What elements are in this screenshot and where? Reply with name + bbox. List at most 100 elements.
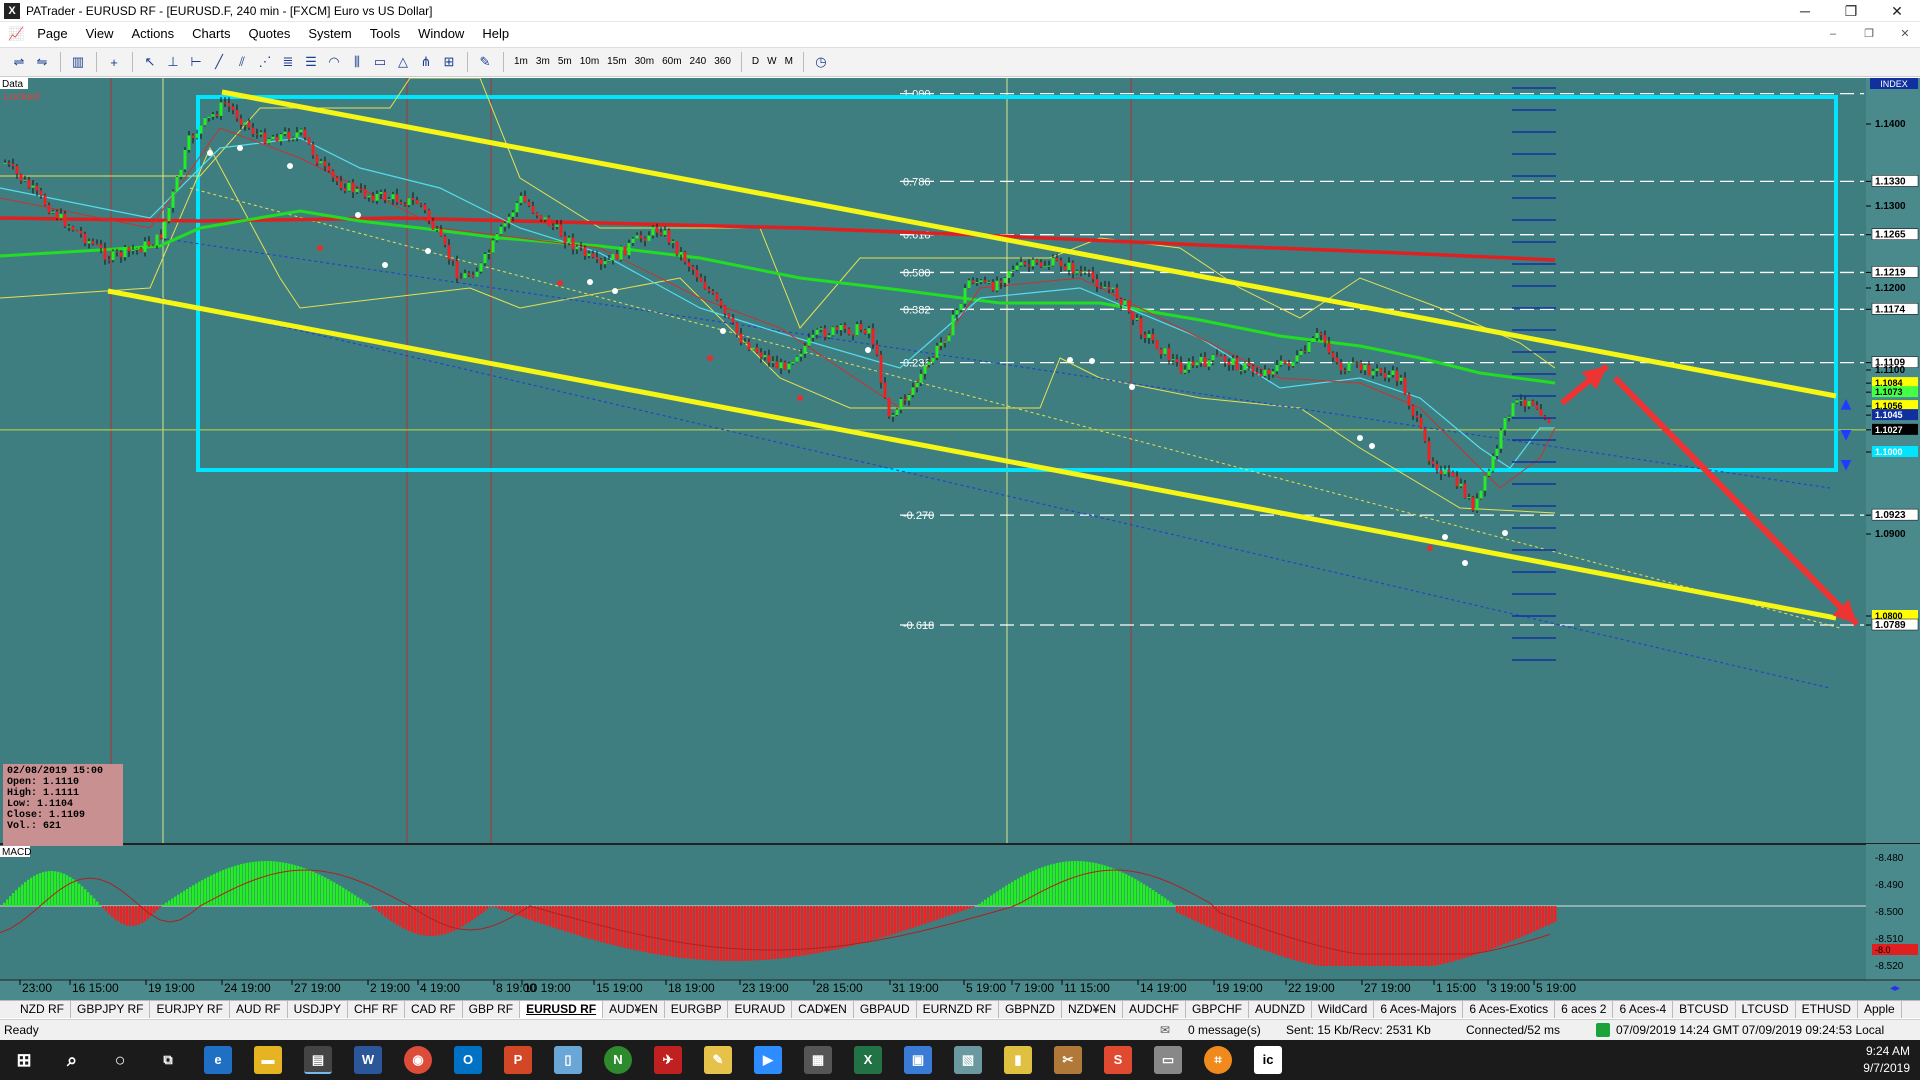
chrome-icon[interactable]: ◉ bbox=[404, 1046, 432, 1074]
symbol-tab[interactable]: EURJPY RF bbox=[150, 1001, 230, 1018]
symbol-tab[interactable]: CAD¥EN bbox=[792, 1001, 854, 1018]
vertical-line-icon[interactable]: ⊥ bbox=[162, 51, 184, 73]
clock-icon[interactable]: ◷ bbox=[810, 51, 832, 73]
menu-tools[interactable]: Tools bbox=[361, 22, 409, 46]
windows-start-icon[interactable]: ⊞ bbox=[10, 1046, 38, 1074]
app-icon-s[interactable]: S bbox=[1104, 1046, 1132, 1074]
menu-view[interactable]: View bbox=[77, 22, 123, 46]
timeframe-3m[interactable]: 3m bbox=[532, 51, 554, 73]
unlink-icon[interactable]: ⇋ bbox=[31, 51, 53, 73]
edge-icon[interactable]: e bbox=[204, 1046, 232, 1074]
time-zones-icon[interactable]: ⫼ bbox=[346, 51, 368, 73]
app-icon-bird[interactable]: ✈ bbox=[654, 1046, 682, 1074]
menu-actions[interactable]: Actions bbox=[123, 22, 184, 46]
menu-quotes[interactable]: Quotes bbox=[239, 22, 299, 46]
symbol-tab[interactable]: EURUSD RF bbox=[520, 1001, 604, 1018]
outlook-icon[interactable]: O bbox=[454, 1046, 482, 1074]
draw-icon[interactable]: ✎ bbox=[474, 51, 496, 73]
channel-icon[interactable]: ⫽ bbox=[231, 51, 253, 73]
symbol-tab[interactable]: CHF RF bbox=[348, 1001, 405, 1018]
calculator-icon[interactable]: ▦ bbox=[804, 1046, 832, 1074]
price-chart[interactable]: DataLocked 1.0000.7860.6180.5000.3820.236… bbox=[0, 78, 1920, 1003]
symbol-tab[interactable]: CAD RF bbox=[405, 1001, 463, 1018]
page-icon[interactable]: 📈 bbox=[0, 22, 28, 46]
timeframe-m[interactable]: M bbox=[781, 51, 797, 73]
symbol-tab[interactable]: NZD RF bbox=[14, 1001, 71, 1018]
timeframe-240[interactable]: 240 bbox=[686, 51, 711, 73]
symbol-tab[interactable]: AUD¥EN bbox=[603, 1001, 665, 1018]
status-messages[interactable]: 0 message(s) bbox=[1188, 1023, 1261, 1037]
cortana-icon[interactable]: ○ bbox=[106, 1046, 134, 1074]
trendline-icon[interactable]: ╱ bbox=[208, 51, 230, 73]
app-icon-gray[interactable]: ▭ bbox=[1154, 1046, 1182, 1074]
timeframe-15m[interactable]: 15m bbox=[603, 51, 630, 73]
symbol-tab[interactable]: 6 Aces-4 bbox=[1613, 1001, 1674, 1018]
file-explorer-icon[interactable]: ▬ bbox=[254, 1046, 282, 1074]
message-icon[interactable]: ✉ bbox=[1160, 1023, 1170, 1037]
excel-icon[interactable]: X bbox=[854, 1046, 882, 1074]
triangle-icon[interactable]: △ bbox=[392, 51, 414, 73]
symbol-tab[interactable]: BTCUSD bbox=[1673, 1001, 1736, 1018]
powerpoint-icon[interactable]: P bbox=[504, 1046, 532, 1074]
symbol-tab[interactable]: 6 aces 2 bbox=[1555, 1001, 1614, 1018]
timeframe-d[interactable]: D bbox=[748, 51, 763, 73]
crosshair-icon[interactable]: + bbox=[103, 51, 125, 73]
app-icon-ic[interactable]: ic bbox=[1254, 1046, 1282, 1074]
symbol-tab[interactable]: 6 Aces-Majors bbox=[1374, 1001, 1464, 1018]
timeframe-360[interactable]: 360 bbox=[710, 51, 735, 73]
symbol-tab[interactable]: LTCUSD bbox=[1736, 1001, 1796, 1018]
symbol-tab[interactable]: EURAUD bbox=[728, 1001, 793, 1018]
taskbar-clock[interactable]: 9:24 AM 9/7/2019 bbox=[1863, 1043, 1910, 1077]
gann-icon[interactable]: ⊞ bbox=[438, 51, 460, 73]
symbol-tab[interactable]: WildCard bbox=[1312, 1001, 1375, 1018]
timeframe-1m[interactable]: 1m bbox=[510, 51, 532, 73]
mdi-close-button[interactable]: ✕ bbox=[1894, 26, 1916, 42]
timeframe-w[interactable]: W bbox=[763, 51, 780, 73]
symbol-tab[interactable]: AUD RF bbox=[230, 1001, 288, 1018]
menu-system[interactable]: System bbox=[299, 22, 360, 46]
sticky-notes-icon[interactable]: ✎ bbox=[704, 1046, 732, 1074]
chart-icon[interactable]: ▥ bbox=[67, 51, 89, 73]
link-icon[interactable]: ⇌ bbox=[8, 51, 30, 73]
symbol-tab[interactable]: GBPNZD bbox=[999, 1001, 1062, 1018]
symbol-tab[interactable]: EURNZD RF bbox=[917, 1001, 999, 1018]
app-icon-tablet[interactable]: ▯ bbox=[554, 1046, 582, 1074]
rectangle-icon[interactable]: ▭ bbox=[369, 51, 391, 73]
arc-icon[interactable]: ◠ bbox=[323, 51, 345, 73]
symbol-tab[interactable]: GBPJPY RF bbox=[71, 1001, 151, 1018]
mdi-minimize-button[interactable]: – bbox=[1822, 26, 1844, 42]
symbol-tab[interactable]: ETHUSD bbox=[1796, 1001, 1858, 1018]
search-icon[interactable]: ⌕ bbox=[58, 1046, 86, 1074]
app-icon-blue[interactable]: ▣ bbox=[904, 1046, 932, 1074]
menu-window[interactable]: Window bbox=[409, 22, 473, 46]
symbol-tab[interactable]: AUDNZD bbox=[1249, 1001, 1313, 1018]
symbol-tab[interactable]: USDJPY bbox=[288, 1001, 348, 1018]
maximize-button[interactable]: ❐ bbox=[1828, 0, 1874, 22]
menu-help[interactable]: Help bbox=[473, 22, 518, 46]
timeframe-5m[interactable]: 5m bbox=[554, 51, 576, 73]
app-icon-orange[interactable]: ⌗ bbox=[1204, 1046, 1232, 1074]
app-icon-n[interactable]: N bbox=[604, 1046, 632, 1074]
symbol-tab[interactable]: GBP RF bbox=[463, 1001, 521, 1018]
cursor-icon[interactable]: ↖ bbox=[139, 51, 161, 73]
fib-extension-icon[interactable]: ☰ bbox=[300, 51, 322, 73]
app-icon-tools[interactable]: ✂ bbox=[1054, 1046, 1082, 1074]
horizontal-line-icon[interactable]: ⊢ bbox=[185, 51, 207, 73]
minimize-button[interactable]: ─ bbox=[1782, 0, 1828, 22]
mdi-restore-button[interactable]: ❐ bbox=[1858, 26, 1880, 42]
menu-charts[interactable]: Charts bbox=[183, 22, 239, 46]
zoom-icon[interactable]: ▶ bbox=[754, 1046, 782, 1074]
timeframe-10m[interactable]: 10m bbox=[576, 51, 603, 73]
symbol-tab[interactable]: EURGBP bbox=[665, 1001, 729, 1018]
pitchfork-icon[interactable]: ⋔ bbox=[415, 51, 437, 73]
word-icon[interactable]: W bbox=[354, 1046, 382, 1074]
menu-page[interactable]: Page bbox=[28, 22, 76, 46]
fan-icon[interactable]: ⋰ bbox=[254, 51, 276, 73]
fibonacci-icon[interactable]: ≣ bbox=[277, 51, 299, 73]
app-icon-notes[interactable]: ▮ bbox=[1004, 1046, 1032, 1074]
symbol-tab[interactable]: AUDCHF bbox=[1123, 1001, 1186, 1018]
app-icon-image[interactable]: ▧ bbox=[954, 1046, 982, 1074]
symbol-tab[interactable]: Apple bbox=[1858, 1001, 1902, 1018]
task-view-icon[interactable]: ⧉ bbox=[154, 1046, 182, 1074]
timeframe-60m[interactable]: 60m bbox=[658, 51, 685, 73]
